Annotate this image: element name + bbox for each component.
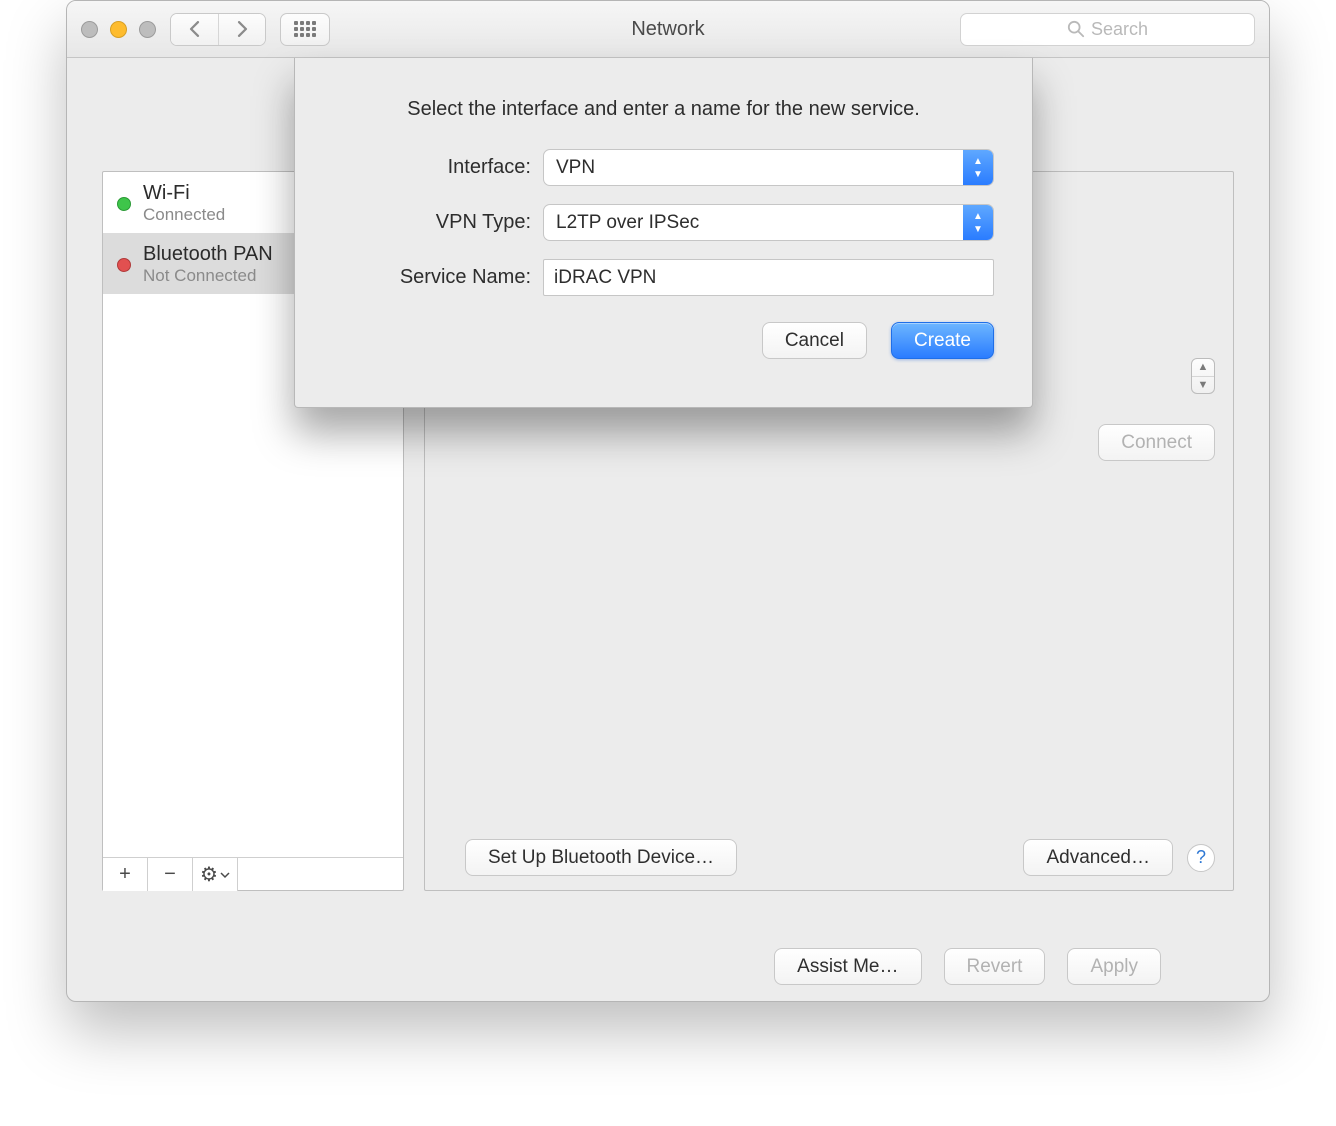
service-name: Wi-Fi bbox=[143, 182, 225, 205]
chevron-down-icon: ▼ bbox=[1192, 377, 1214, 394]
minus-icon: − bbox=[164, 863, 176, 886]
help-icon: ? bbox=[1196, 847, 1206, 868]
sidebar-tools: + − ⚙︎ bbox=[103, 857, 403, 890]
zoom-window-icon[interactable] bbox=[139, 21, 156, 38]
close-window-icon[interactable] bbox=[81, 21, 98, 38]
apply-button[interactable]: Apply bbox=[1067, 948, 1161, 985]
minimize-window-icon[interactable] bbox=[110, 21, 127, 38]
search-input[interactable]: Search bbox=[960, 13, 1255, 46]
setup-bluetooth-button[interactable]: Set Up Bluetooth Device… bbox=[465, 839, 737, 876]
network-preferences-window: Network Search Wi-Fi Connected bbox=[66, 0, 1270, 1002]
new-service-sheet: Select the interface and enter a name fo… bbox=[294, 58, 1033, 408]
service-name-label: Service Name: bbox=[333, 266, 543, 289]
select-arrows-icon: ▲▼ bbox=[963, 150, 993, 185]
service-status: Not Connected bbox=[143, 266, 273, 286]
status-dot-icon bbox=[117, 258, 131, 272]
remove-service-button[interactable]: − bbox=[148, 858, 193, 891]
select-arrows-icon: ▲▼ bbox=[963, 205, 993, 240]
vpn-type-select[interactable]: L2TP over IPSec ▲▼ bbox=[543, 204, 994, 241]
titlebar: Network Search bbox=[67, 1, 1269, 58]
add-service-button[interactable]: + bbox=[103, 858, 148, 891]
vpn-type-label: VPN Type: bbox=[333, 211, 543, 234]
service-status: Connected bbox=[143, 205, 225, 225]
show-all-button[interactable] bbox=[280, 13, 330, 46]
forward-button[interactable] bbox=[218, 14, 265, 45]
search-placeholder: Search bbox=[1091, 19, 1148, 40]
chevron-up-icon: ▲ bbox=[1192, 359, 1214, 377]
create-button[interactable]: Create bbox=[891, 322, 994, 359]
chevron-down-icon bbox=[220, 871, 230, 879]
vpn-type-value: L2TP over IPSec bbox=[556, 212, 699, 234]
advanced-button[interactable]: Advanced… bbox=[1023, 839, 1173, 876]
connect-button[interactable]: Connect bbox=[1098, 424, 1215, 461]
assist-me-button[interactable]: Assist Me… bbox=[774, 948, 921, 985]
status-dot-icon bbox=[117, 197, 131, 211]
revert-button[interactable]: Revert bbox=[944, 948, 1046, 985]
grid-icon bbox=[294, 21, 316, 37]
service-name: Bluetooth PAN bbox=[143, 243, 273, 266]
gear-icon: ⚙︎ bbox=[200, 862, 218, 887]
sheet-prompt: Select the interface and enter a name fo… bbox=[333, 98, 994, 121]
search-icon bbox=[1067, 20, 1085, 38]
back-button[interactable] bbox=[171, 14, 218, 45]
service-actions-button[interactable]: ⚙︎ bbox=[193, 858, 238, 891]
interface-value: VPN bbox=[556, 157, 595, 179]
device-stepper[interactable]: ▲ ▼ bbox=[1191, 358, 1215, 394]
window-controls bbox=[81, 21, 156, 38]
footer: Assist Me… Revert Apply bbox=[67, 948, 1269, 985]
interface-select[interactable]: VPN ▲▼ bbox=[543, 149, 994, 186]
interface-label: Interface: bbox=[333, 156, 543, 179]
service-name-input[interactable] bbox=[543, 259, 994, 296]
plus-icon: + bbox=[119, 863, 131, 886]
cancel-button[interactable]: Cancel bbox=[762, 322, 867, 359]
nav-segment bbox=[170, 13, 266, 46]
help-button[interactable]: ? bbox=[1187, 844, 1215, 872]
